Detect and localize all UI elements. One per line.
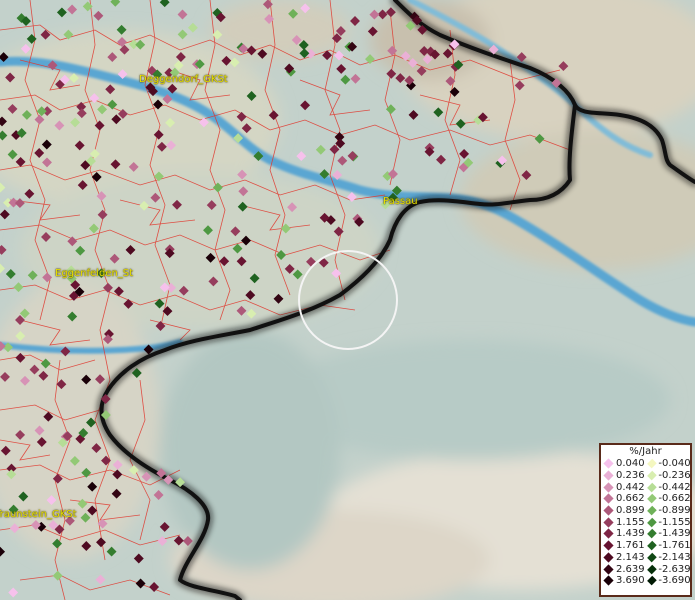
legend-entry-negative: -1.155 (645, 517, 691, 528)
legend-row: 2.143 -2.143 (601, 552, 691, 564)
legend-swatch (646, 575, 657, 586)
legend-entry-positive: 0.442 (601, 482, 645, 493)
legend-row: 1.439 -1.439 (601, 528, 691, 540)
legend-label: -0.040 (658, 458, 691, 470)
legend-label: 3.690 (616, 575, 645, 587)
legend-swatch (603, 517, 614, 528)
legend-entry-positive: 1.439 (601, 528, 645, 539)
legend-entry-positive: 0.236 (601, 470, 645, 481)
legend-entry-negative: -3.690 (645, 575, 691, 586)
legend-entry-positive: 1.155 (601, 517, 645, 528)
legend-swatch (603, 493, 614, 504)
legend-entry-negative: -1.761 (645, 540, 691, 551)
legend-label: 0.662 (616, 493, 645, 505)
legend-label: 1.155 (616, 516, 645, 528)
legend-swatch (646, 482, 657, 492)
legend-row: 1.761 -1.761 (601, 540, 691, 552)
legend-entry-negative: -1.439 (645, 528, 691, 539)
legend-label: -1.155 (658, 516, 691, 528)
legend-swatch (646, 470, 657, 481)
legend-swatch (603, 470, 614, 481)
legend-swatch (646, 459, 657, 469)
legend-entry-positive: 0.662 (601, 493, 645, 504)
legend-row: 2.639 -2.639 (601, 563, 691, 575)
map-view[interactable]: Deggendorf_GKSt Passau Eggenfelden_St Tr… (0, 0, 695, 600)
legend-label: -2.143 (658, 551, 691, 563)
legend-swatch (646, 529, 657, 539)
legend-label: 1.439 (616, 528, 645, 540)
legend-swatch (646, 505, 657, 516)
legend-entry-positive: 3.690 (601, 575, 645, 586)
legend-entry-negative: -0.442 (645, 482, 691, 493)
legend-entry-positive: 2.143 (601, 552, 645, 563)
legend-swatch (603, 552, 614, 563)
legend-swatch (646, 564, 657, 574)
legend-entry-positive: 0.899 (601, 505, 645, 516)
legend-label: 0.899 (616, 505, 645, 517)
legend-row: 0.662 -0.662 (601, 493, 691, 505)
legend-row: 1.155 -1.155 (601, 516, 691, 528)
legend-swatch (603, 458, 614, 469)
legend-label: 0.040 (616, 458, 645, 470)
legend-row: 0.899 -0.899 (601, 505, 691, 517)
legend-swatch (603, 482, 614, 493)
legend: %/Jahr 0.040 -0.040 0.236 -0.236 0.442 -0.442… (599, 443, 692, 597)
legend-entry-negative: -0.040 (645, 458, 691, 469)
legend-label: 2.639 (616, 563, 645, 575)
legend-swatch (646, 540, 657, 551)
legend-swatch (603, 540, 614, 551)
legend-swatch (646, 494, 657, 504)
legend-label: 0.236 (616, 470, 645, 482)
legend-entry-negative: -2.639 (645, 564, 691, 575)
legend-label: 2.143 (616, 551, 645, 563)
legend-swatch (603, 575, 614, 586)
legend-label: 0.442 (616, 481, 645, 493)
legend-label: -2.639 (658, 563, 691, 575)
legend-rows: 0.040 -0.040 0.236 -0.236 0.442 -0.442 0.662 -0… (601, 458, 691, 587)
legend-label: -0.899 (658, 505, 691, 517)
legend-swatch (603, 528, 614, 540)
legend-label: -0.662 (658, 493, 691, 505)
legend-row: 0.442 -0.442 (601, 481, 691, 493)
city-label-passau: Passau (383, 196, 418, 207)
legend-entry-positive: 0.040 (601, 458, 645, 469)
legend-label: -1.761 (658, 540, 691, 552)
legend-label: -3.690 (658, 575, 691, 587)
legend-label: -0.442 (658, 481, 691, 493)
legend-swatch (646, 517, 657, 528)
legend-entry-negative: -0.662 (645, 493, 691, 504)
legend-entry-positive: 1.761 (601, 540, 645, 551)
city-label-eggenfelden: Eggenfelden_St (55, 268, 134, 279)
legend-row: 0.236 -0.236 (601, 470, 691, 482)
legend-title: %/Jahr (629, 446, 662, 457)
legend-label: -0.236 (658, 470, 691, 482)
legend-entry-negative: -2.143 (645, 552, 691, 563)
selection-circle[interactable] (298, 250, 398, 350)
legend-entry-negative: -0.236 (645, 470, 691, 481)
legend-label: 1.761 (616, 540, 645, 552)
legend-swatch (646, 552, 657, 563)
legend-row: 3.690 -3.690 (601, 575, 691, 587)
legend-label: -1.439 (658, 528, 691, 540)
legend-entry-positive: 2.639 (601, 564, 645, 575)
legend-entry-negative: -0.899 (645, 505, 691, 516)
legend-swatch (603, 505, 614, 516)
city-label-traunstein: Traunstein_GKSt (0, 509, 77, 520)
legend-row: 0.040 -0.040 (601, 458, 691, 470)
city-label-deggendorf: Deggendorf_GKSt (139, 74, 228, 85)
legend-swatch (603, 563, 614, 575)
